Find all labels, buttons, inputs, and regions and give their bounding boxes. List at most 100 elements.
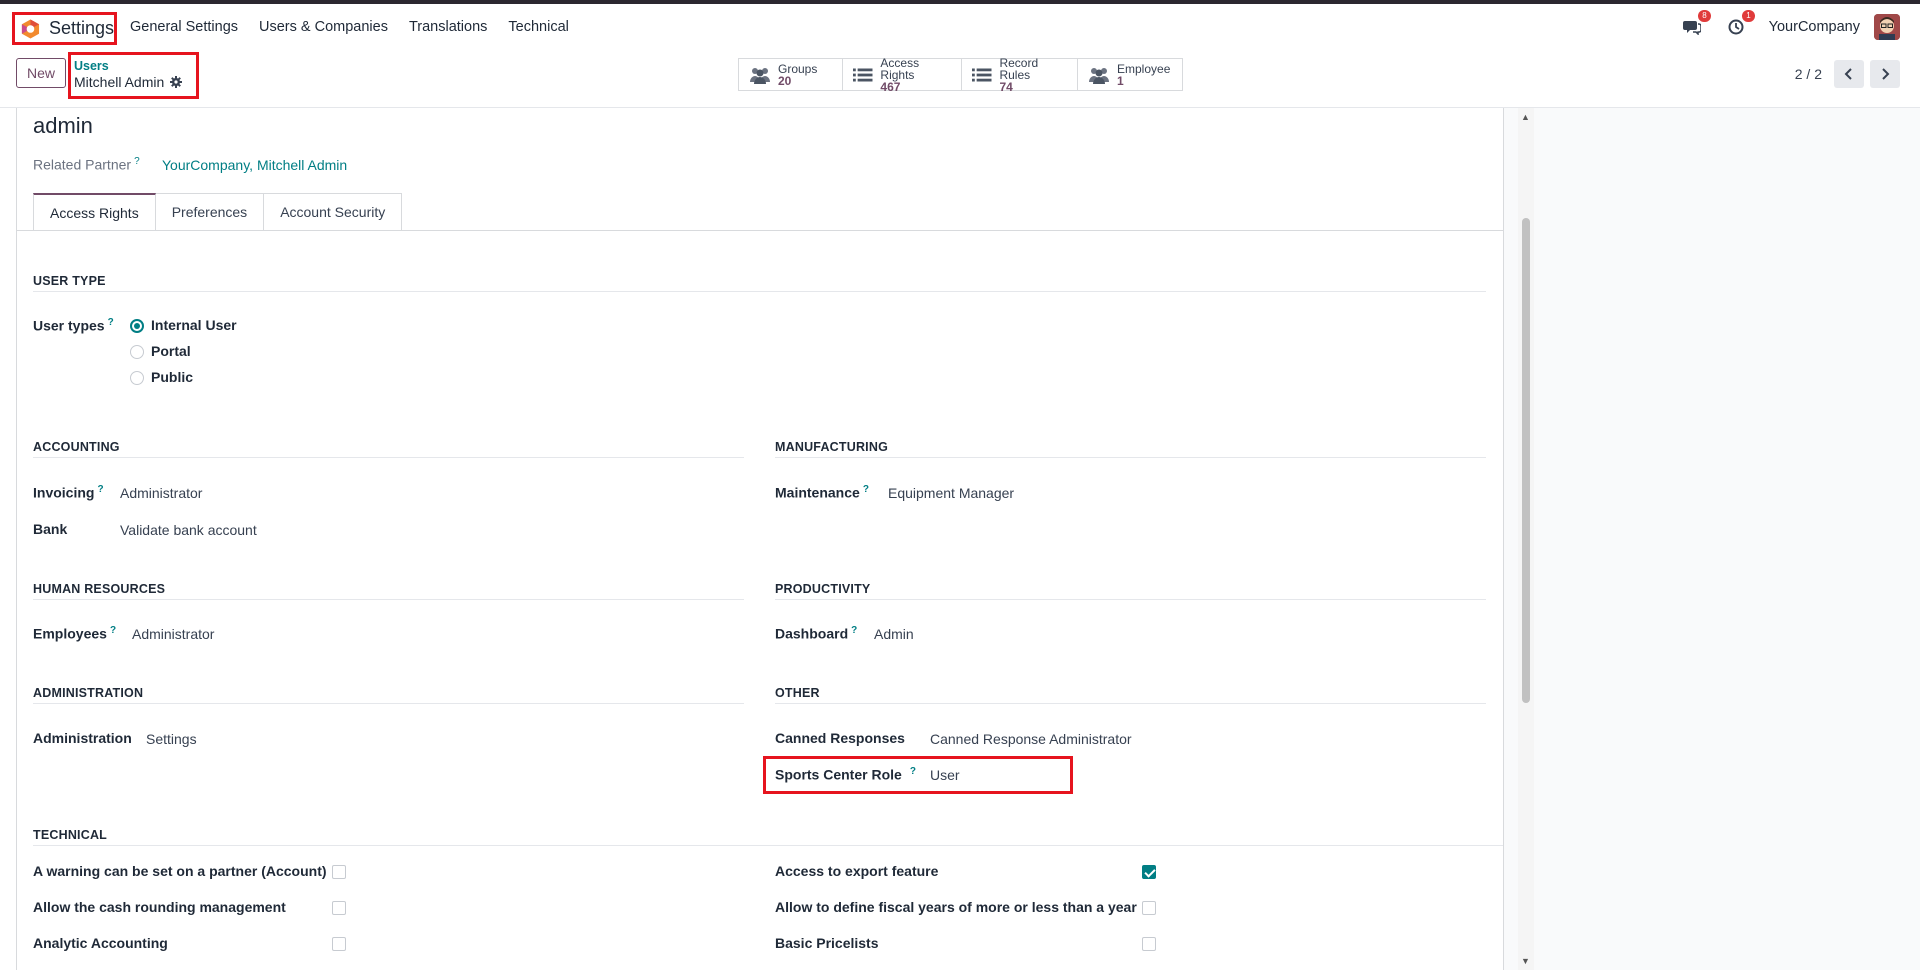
section-accounting: ACCOUNTING — [33, 440, 120, 454]
smart-access-text: Access Rights 467 — [880, 57, 951, 93]
navbar-right: 8 1 YourCompany — [1681, 4, 1920, 49]
chevron-left-icon — [1844, 68, 1852, 80]
menu-technical[interactable]: Technical — [508, 19, 568, 35]
radio-portal[interactable] — [130, 345, 144, 359]
notebook-tabs: Access Rights Preferences Account Securi… — [33, 193, 403, 231]
tech-option-label: Allow to define fiscal years of more or … — [775, 899, 1137, 915]
pager-value[interactable]: 2 / 2 — [1795, 66, 1822, 82]
clock-icon — [1728, 19, 1744, 34]
section-technical: TECHNICAL — [33, 828, 108, 842]
tab-account-security[interactable]: Account Security — [264, 193, 403, 231]
tech-checkbox[interactable] — [1142, 865, 1156, 879]
user-avatar[interactable] — [1874, 13, 1900, 40]
top-menu: General Settings Users & Companies Trans… — [130, 4, 569, 49]
users-group-icon — [750, 67, 770, 84]
tech-option-label: A warning can be set on a partner (Accou… — [33, 863, 327, 879]
tech-checkbox[interactable] — [1142, 937, 1156, 951]
section-rule — [33, 457, 744, 458]
bank-label: Bank — [33, 521, 68, 537]
section-rule — [33, 599, 744, 600]
section-other: OTHER — [775, 686, 820, 700]
radio-portal-label[interactable]: Portal — [151, 343, 191, 359]
smart-buttons: Groups 20 Access Rights 467 Record Rules… — [738, 57, 1183, 94]
tech-checkbox[interactable] — [332, 937, 346, 951]
maintenance-label-text: Maintenance — [775, 484, 860, 501]
company-switcher[interactable]: YourCompany — [1769, 19, 1860, 35]
radio-internal-user[interactable] — [130, 319, 144, 333]
list-icon — [972, 67, 992, 82]
smart-groups-label: Groups — [778, 61, 818, 76]
menu-translations[interactable]: Translations — [409, 19, 487, 35]
employees-select[interactable]: Administrator — [132, 626, 214, 642]
maintenance-label: Maintenance? — [775, 484, 869, 501]
section-user-type: USER TYPE — [33, 274, 106, 288]
administration-label: Administration — [33, 730, 132, 746]
help-tooltip-icon[interactable]: ? — [97, 484, 103, 495]
section-manufacturing: MANUFACTURING — [775, 440, 889, 454]
smart-rules-value: 74 — [999, 79, 1013, 94]
section-administration: ADMINISTRATION — [33, 686, 144, 700]
smart-groups-text: Groups 20 — [778, 63, 817, 87]
chatter-area — [1504, 108, 1920, 970]
invoicing-label-text: Invoicing — [33, 484, 95, 501]
smart-button-record-rules[interactable]: Record Rules 74 — [962, 57, 1078, 94]
gear-icon[interactable] — [170, 76, 183, 88]
messages-badge: 8 — [1698, 9, 1711, 22]
tech-option-label: Access to export feature — [775, 863, 939, 879]
section-rule — [33, 845, 1503, 846]
related-partner-label: Related Partner? — [33, 156, 140, 173]
breadcrumb-users[interactable]: Users — [74, 60, 196, 73]
help-tooltip-icon[interactable]: ? — [851, 625, 857, 636]
radio-internal-user-label[interactable]: Internal User — [151, 317, 237, 333]
help-tooltip-icon[interactable]: ? — [110, 625, 116, 636]
help-tooltip-icon[interactable]: ? — [910, 766, 916, 777]
radio-public[interactable] — [130, 371, 144, 385]
new-button[interactable]: New — [16, 58, 66, 88]
smart-button-employee[interactable]: Employee 1 — [1078, 59, 1182, 90]
pager-next-button[interactable] — [1870, 60, 1900, 88]
messages-button[interactable]: 8 — [1681, 9, 1711, 38]
help-tooltip-icon[interactable]: ? — [108, 317, 114, 328]
user-login[interactable]: admin — [33, 113, 93, 139]
scroll-up-arrow-icon[interactable]: ▲ — [1521, 112, 1530, 122]
menu-users-companies[interactable]: Users & Companies — [259, 19, 388, 35]
tab-preferences[interactable]: Preferences — [155, 193, 265, 231]
smart-button-access-rights[interactable]: Access Rights 467 — [843, 57, 962, 93]
users-group-icon — [1089, 67, 1109, 84]
employees-label: Employees? — [33, 625, 116, 642]
tech-checkbox[interactable] — [332, 901, 346, 915]
invoicing-select[interactable]: Administrator — [120, 485, 202, 501]
app-name: Settings — [48, 18, 114, 38]
sports-center-role-label-text: Sports Center Role — [775, 766, 902, 783]
pager-previous-button[interactable] — [1834, 60, 1864, 88]
breadcrumb-current: Mitchell Admin — [74, 73, 196, 91]
menu-general-settings[interactable]: General Settings — [130, 19, 238, 35]
canned-responses-select[interactable]: Canned Response Administrator — [930, 731, 1132, 747]
section-rule — [775, 599, 1486, 600]
scroll-down-arrow-icon[interactable]: ▼ — [1521, 956, 1530, 966]
form-sheet — [16, 108, 1504, 970]
section-rule — [775, 703, 1486, 704]
odoo-logo-icon — [21, 18, 40, 39]
tech-checkbox[interactable] — [1142, 901, 1156, 915]
activities-button[interactable]: 1 — [1725, 9, 1755, 38]
dashboard-label: Dashboard? — [775, 625, 857, 642]
administration-select[interactable]: Settings — [146, 731, 197, 747]
sports-center-role-select[interactable]: User — [930, 767, 960, 783]
smart-button-groups[interactable]: Groups 20 — [739, 59, 843, 90]
help-tooltip-icon[interactable]: ? — [863, 484, 869, 495]
dashboard-select[interactable]: Admin — [874, 626, 914, 642]
app-brand[interactable]: Settings — [12, 12, 117, 45]
radio-public-label[interactable]: Public — [151, 369, 193, 385]
bank-select[interactable]: Validate bank account — [120, 522, 257, 538]
section-productivity: PRODUCTIVITY — [775, 582, 871, 596]
related-partner-link[interactable]: YourCompany, Mitchell Admin — [162, 157, 347, 173]
invoicing-label: Invoicing? — [33, 484, 104, 501]
help-tooltip-icon[interactable]: ? — [134, 156, 140, 167]
avatar-face-icon — [1874, 13, 1900, 40]
tech-checkbox[interactable] — [332, 865, 346, 879]
maintenance-select[interactable]: Equipment Manager — [888, 485, 1014, 501]
scroll-thumb[interactable] — [1522, 218, 1530, 703]
tab-access-rights[interactable]: Access Rights — [33, 193, 156, 231]
scrollbar[interactable]: ▲ ▼ — [1518, 108, 1534, 970]
